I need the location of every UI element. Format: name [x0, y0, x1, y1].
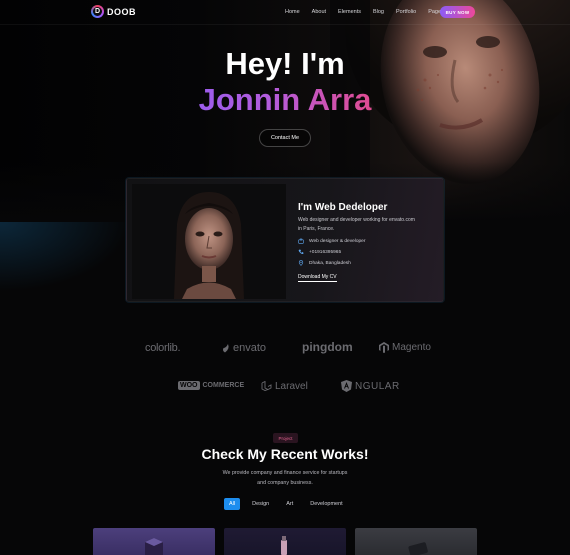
- works-title: Check My Recent Works!: [201, 446, 369, 462]
- hero-greeting: Hey! I'm: [225, 46, 345, 81]
- logo-text: DOOB: [107, 6, 136, 17]
- project-tag: Project: [273, 433, 298, 443]
- info-location-text: Dhaka, Bangladesh: [309, 260, 351, 266]
- filter-design[interactable]: Design: [247, 498, 274, 510]
- brand-envato: envato: [222, 342, 266, 354]
- filter-development[interactable]: Development: [305, 498, 347, 510]
- hero-name: Jonnin Arra: [150, 82, 420, 118]
- brand-laravel: Laravel: [261, 381, 308, 392]
- location-pin-icon: [298, 260, 304, 266]
- brand-woo-text: WOO: [178, 381, 200, 390]
- card-description: Web designer and developer working for e…: [298, 217, 415, 232]
- profile-photo: [132, 184, 286, 299]
- brand-commerce-text: COMMERCE: [202, 382, 245, 389]
- info-location: Dhaka, Bangladesh: [298, 260, 351, 266]
- brand-pingdom-text: pingdom: [302, 340, 353, 354]
- filter-all[interactable]: All: [224, 498, 241, 510]
- card-title: I'm Web Dedeloper: [298, 202, 388, 213]
- brand-envato-text: envato: [233, 342, 267, 354]
- profile-card: I'm Web Dedeloper Web designer and devel…: [126, 178, 444, 302]
- brand-pingdom: pingdom: [302, 340, 353, 354]
- nav-divider: [0, 24, 570, 25]
- portfolio-filters: All Design Art Development: [224, 498, 355, 510]
- info-role-text: Web designer & developer: [309, 238, 366, 244]
- brand-woocommerce: WOO COMMERCE: [178, 381, 244, 390]
- nav-item-blog[interactable]: Blog: [373, 9, 384, 15]
- briefcase-icon: [298, 238, 304, 244]
- brand-colorlib-text: colorlib.: [145, 342, 181, 354]
- nav-item-portfolio[interactable]: Portfolio: [396, 9, 416, 15]
- brand-magento-text: Magento: [392, 342, 431, 353]
- brand-angular: NGULAR: [341, 380, 400, 392]
- hero-glow: [0, 222, 130, 292]
- nav-item-about[interactable]: About: [312, 9, 326, 15]
- portfolio-thumbnail[interactable]: [355, 528, 477, 555]
- logo-icon: D: [91, 5, 104, 18]
- laravel-icon: [261, 381, 272, 391]
- nav-item-home[interactable]: Home: [285, 9, 300, 15]
- brand-angular-text: NGULAR: [355, 380, 400, 392]
- top-navbar: D DOOB Home About Elements Blog Portfoli…: [0, 0, 570, 24]
- nav-item-elements[interactable]: Elements: [338, 9, 361, 15]
- portfolio-thumbnail[interactable]: [224, 528, 346, 555]
- phone-icon: [298, 249, 304, 254]
- filter-art[interactable]: Art: [281, 498, 298, 510]
- portfolio-thumbnail[interactable]: [93, 528, 215, 555]
- magento-icon: [379, 342, 389, 353]
- profile-photo-image: [132, 184, 286, 299]
- brand-colorlib: colorlib.: [145, 342, 181, 354]
- download-cv-link[interactable]: Download My CV: [298, 274, 337, 282]
- main-menu: Home About Elements Blog Portfolio Pages: [285, 9, 456, 15]
- info-phone: +01916395965: [298, 249, 341, 255]
- logo[interactable]: D DOOB: [91, 5, 136, 18]
- brand-magento: Magento: [379, 342, 431, 353]
- brand-laravel-text: Laravel: [275, 381, 308, 392]
- portfolio-thumbnail-image: [145, 538, 163, 555]
- works-subtitle: We provide company and finance service f…: [222, 470, 348, 486]
- portfolio-thumbnail-image: [281, 536, 287, 555]
- contact-me-button[interactable]: Contact Me: [259, 129, 311, 147]
- info-role: Web designer & developer: [298, 238, 365, 244]
- envato-leaf-icon: [223, 343, 229, 352]
- portfolio-thumbnail-image: [408, 542, 428, 555]
- logo-letter: D: [93, 7, 102, 16]
- info-phone-text: +01916395965: [309, 249, 342, 255]
- angular-icon: [341, 380, 352, 392]
- buy-now-button[interactable]: BUY NOW: [440, 6, 475, 18]
